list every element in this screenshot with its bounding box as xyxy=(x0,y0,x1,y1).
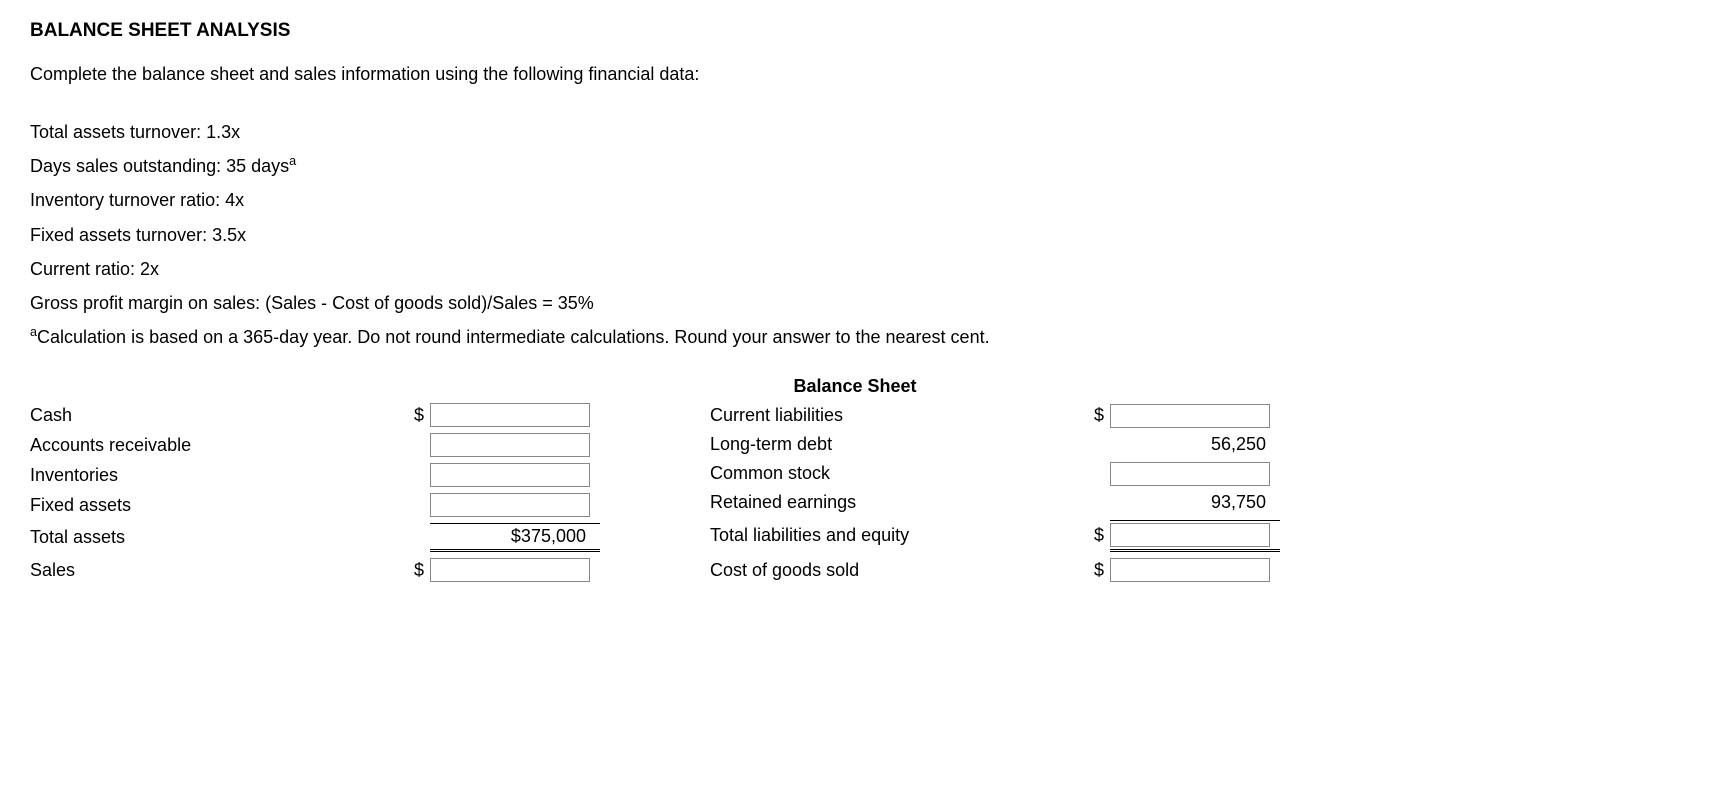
label-accounts-receivable: Accounts receivable xyxy=(30,435,400,456)
dollar-sign: $ xyxy=(400,560,430,581)
data-total-assets-turnover: Total assets turnover: 1.3x xyxy=(30,115,1680,149)
label-common-stock: Common stock xyxy=(710,463,1080,484)
input-fixed-assets[interactable] xyxy=(430,493,590,517)
balance-sheet: Cash $ Accounts receivable Inventories F… xyxy=(30,403,1680,582)
input-accounts-receivable[interactable] xyxy=(430,433,590,457)
data-fixed-assets-turnover: Fixed assets turnover: 3.5x xyxy=(30,218,1680,252)
label-retained-earnings: Retained earnings xyxy=(710,492,1080,513)
dollar-sign: $ xyxy=(1080,560,1110,581)
input-common-stock[interactable] xyxy=(1110,462,1270,486)
label-cash: Cash xyxy=(30,405,400,426)
label-sales: Sales xyxy=(30,560,400,581)
value-long-term-debt: 56,250 xyxy=(1110,434,1280,455)
input-cash[interactable] xyxy=(430,403,590,427)
dollar-sign: $ xyxy=(1080,405,1110,426)
liabilities-equity-column: Current liabilities $ Long-term debt 56,… xyxy=(710,403,1280,582)
input-current-liabilities[interactable] xyxy=(1110,404,1270,428)
value-retained-earnings: 93,750 xyxy=(1110,492,1280,513)
input-sales[interactable] xyxy=(430,558,590,582)
label-cost-of-goods-sold: Cost of goods sold xyxy=(710,560,1080,581)
data-current-ratio: Current ratio: 2x xyxy=(30,252,1680,286)
page-title: BALANCE SHEET ANALYSIS xyxy=(30,20,1680,42)
data-inventory-turnover: Inventory turnover ratio: 4x xyxy=(30,183,1680,217)
data-days-sales-outstanding: Days sales outstanding: 35 daysa xyxy=(30,149,1680,183)
dollar-sign: $ xyxy=(400,405,430,426)
footnote: aCalculation is based on a 365-day year.… xyxy=(30,320,1680,354)
label-long-term-debt: Long-term debt xyxy=(710,434,1080,455)
input-inventories[interactable] xyxy=(430,463,590,487)
value-total-assets: $375,000 xyxy=(430,523,600,552)
data-gross-profit-margin: Gross profit margin on sales: (Sales - C… xyxy=(30,286,1680,320)
label-current-liabilities: Current liabilities xyxy=(710,405,1080,426)
balance-sheet-heading: Balance Sheet xyxy=(505,376,1205,397)
assets-column: Cash $ Accounts receivable Inventories F… xyxy=(30,403,600,582)
instructions: Complete the balance sheet and sales inf… xyxy=(30,64,1680,85)
label-inventories: Inventories xyxy=(30,465,400,486)
label-fixed-assets: Fixed assets xyxy=(30,495,400,516)
financial-data-list: Total assets turnover: 1.3x Days sales o… xyxy=(30,115,1680,354)
input-total-liabilities-equity[interactable] xyxy=(1110,523,1270,547)
label-total-liabilities-equity: Total liabilities and equity xyxy=(710,525,1080,546)
label-total-assets: Total assets xyxy=(30,527,400,548)
dollar-sign: $ xyxy=(1080,525,1110,546)
input-cost-of-goods-sold[interactable] xyxy=(1110,558,1270,582)
